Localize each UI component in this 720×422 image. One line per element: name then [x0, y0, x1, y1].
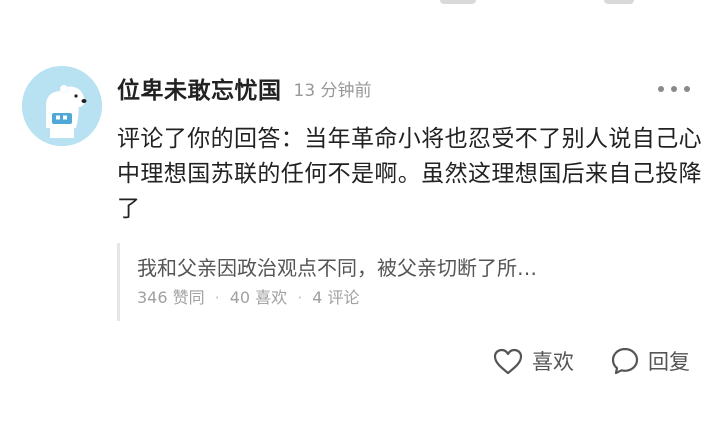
speech-bubble-icon	[611, 347, 639, 375]
timestamp: 13 分钟前	[293, 80, 372, 101]
quoted-answer-stats: 346 赞同 · 40 喜欢 · 4 评论	[137, 286, 677, 310]
comment-actions: 喜欢 回复	[492, 346, 690, 376]
previous-item-fragment	[0, 0, 720, 8]
avatar[interactable]	[22, 66, 102, 146]
username-link[interactable]: 位卑未敢忘忧国	[117, 71, 282, 105]
like-button[interactable]: 喜欢	[492, 346, 574, 376]
quoted-answer[interactable]: 我和父亲因政治观点不同，被父亲切断了所… 346 赞同 · 40 喜欢 · 4 …	[117, 243, 677, 321]
comment-header: 位卑未敢忘忧国 13 分钟前	[117, 70, 372, 106]
polar-bear-avatar-icon	[22, 66, 102, 146]
comment-count: 4 评论	[312, 288, 360, 307]
quoted-answer-text: 我和父亲因政治观点不同，被父亲切断了所…	[137, 256, 537, 280]
more-dot	[684, 86, 690, 92]
more-dot	[671, 86, 677, 92]
like-count: 40 喜欢	[229, 288, 288, 307]
heart-icon	[493, 348, 523, 375]
reply-label: 回复	[648, 350, 690, 374]
stat-separator: ·	[297, 288, 303, 307]
like-label: 喜欢	[532, 350, 574, 374]
upvote-count: 346 赞同	[137, 288, 205, 307]
comment-notification-card[interactable]: 位卑未敢忘忧国 13 分钟前 评论了你的回答：当年革命小将也忍受不了别人说自己心…	[0, 56, 720, 422]
comment-body[interactable]: 评论了你的回答：当年革命小将也忍受不了别人说自己心中理想国苏联的任何不是啊。虽然…	[117, 122, 702, 227]
stat-separator: ·	[214, 288, 220, 307]
more-horizontal-icon	[658, 86, 664, 92]
reply-button[interactable]: 回复	[610, 346, 690, 376]
more-options-button[interactable]	[658, 78, 690, 100]
